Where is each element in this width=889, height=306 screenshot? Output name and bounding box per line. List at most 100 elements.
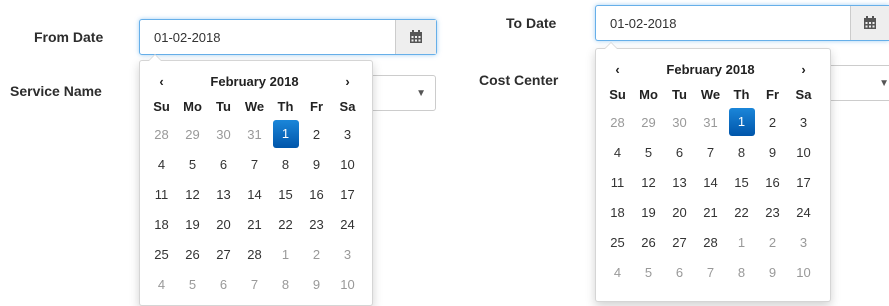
calendar-day[interactable]: 29	[177, 119, 208, 149]
calendar-day[interactable]: 5	[177, 149, 208, 179]
calendar-day[interactable]: 3	[332, 239, 363, 269]
calendar-day[interactable]: 24	[788, 197, 819, 227]
calendar-day[interactable]: 31	[695, 107, 726, 137]
calendar-day[interactable]: 16	[757, 167, 788, 197]
calendar-day[interactable]: 19	[177, 209, 208, 239]
calendar-day[interactable]: 28	[695, 227, 726, 257]
calendar-day[interactable]: 20	[208, 209, 239, 239]
to-date-calendar-button[interactable]	[850, 6, 889, 40]
calendar-day[interactable]: 6	[208, 269, 239, 299]
calendar-day[interactable]: 5	[633, 257, 664, 287]
calendar-day[interactable]: 11	[602, 167, 633, 197]
calendar-day[interactable]: 26	[177, 239, 208, 269]
calendar-day[interactable]: 6	[664, 137, 695, 167]
next-month-button[interactable]: ›	[788, 57, 819, 81]
calendar-day[interactable]: 6	[664, 257, 695, 287]
calendar-day[interactable]: 10	[332, 149, 363, 179]
calendar-day[interactable]: 18	[146, 209, 177, 239]
calendar-day-selected[interactable]: 1	[726, 107, 757, 137]
calendar-day-label: 25	[610, 234, 625, 250]
calendar-day[interactable]: 26	[633, 227, 664, 257]
calendar-day[interactable]: 27	[208, 239, 239, 269]
month-title[interactable]: February 2018	[177, 69, 332, 93]
calendar-day[interactable]: 10	[788, 257, 819, 287]
calendar-day[interactable]: 2	[301, 119, 332, 149]
month-title[interactable]: February 2018	[633, 57, 788, 81]
calendar-day-label: 28	[154, 126, 169, 142]
calendar-day[interactable]: 3	[788, 227, 819, 257]
calendar-day[interactable]: 4	[146, 149, 177, 179]
calendar-day[interactable]: 21	[239, 209, 270, 239]
calendar-day[interactable]: 8	[726, 257, 757, 287]
calendar-day[interactable]: 27	[664, 227, 695, 257]
calendar-day[interactable]: 25	[146, 239, 177, 269]
calendar-day[interactable]: 10	[332, 269, 363, 299]
prev-month-button[interactable]: ‹	[602, 57, 633, 81]
calendar-day[interactable]: 2	[757, 227, 788, 257]
calendar-day[interactable]: 1	[270, 239, 301, 269]
calendar-day[interactable]: 11	[146, 179, 177, 209]
calendar-day[interactable]: 13	[208, 179, 239, 209]
calendar-day[interactable]: 1	[726, 227, 757, 257]
calendar-day[interactable]: 4	[602, 257, 633, 287]
calendar-day[interactable]: 19	[633, 197, 664, 227]
calendar-day[interactable]: 9	[301, 269, 332, 299]
calendar-day[interactable]: 9	[301, 149, 332, 179]
calendar-day[interactable]: 15	[270, 179, 301, 209]
calendar-day[interactable]: 16	[301, 179, 332, 209]
calendar-day[interactable]: 9	[757, 137, 788, 167]
calendar-day[interactable]: 9	[757, 257, 788, 287]
calendar-day[interactable]: 10	[788, 137, 819, 167]
calendar-day[interactable]: 28	[239, 239, 270, 269]
calendar-day-label: 4	[613, 144, 622, 160]
calendar-day[interactable]: 17	[788, 167, 819, 197]
calendar-day[interactable]: 2	[757, 107, 788, 137]
calendar-day-label: 14	[703, 174, 718, 190]
calendar-day[interactable]: 7	[239, 269, 270, 299]
calendar-day[interactable]: 29	[633, 107, 664, 137]
to-date-input[interactable]: 01-02-2018	[595, 5, 889, 41]
calendar-day[interactable]: 14	[695, 167, 726, 197]
prev-month-button[interactable]: ‹	[146, 69, 177, 93]
calendar-day[interactable]: 8	[270, 149, 301, 179]
calendar-day[interactable]: 24	[332, 209, 363, 239]
from-date-input[interactable]: 01-02-2018	[139, 19, 437, 55]
calendar-day[interactable]: 12	[177, 179, 208, 209]
calendar-day[interactable]: 6	[208, 149, 239, 179]
calendar-day[interactable]: 17	[332, 179, 363, 209]
calendar-day[interactable]: 12	[633, 167, 664, 197]
calendar-day[interactable]: 23	[757, 197, 788, 227]
calendar-day[interactable]: 13	[664, 167, 695, 197]
calendar-day[interactable]: 3	[332, 119, 363, 149]
from-date-calendar-button[interactable]	[395, 20, 436, 54]
calendar-day[interactable]: 3	[788, 107, 819, 137]
calendar-day[interactable]: 28	[146, 119, 177, 149]
calendar-day[interactable]: 20	[664, 197, 695, 227]
calendar-day[interactable]: 2	[301, 239, 332, 269]
calendar-day[interactable]: 8	[270, 269, 301, 299]
calendar-day[interactable]: 7	[239, 149, 270, 179]
calendar-day[interactable]: 30	[664, 107, 695, 137]
calendar-day[interactable]: 31	[239, 119, 270, 149]
calendar-week-row: 28 29 30 31 1 2 3	[146, 119, 363, 149]
calendar-day[interactable]: 8	[726, 137, 757, 167]
calendar-day[interactable]: 18	[602, 197, 633, 227]
calendar-day[interactable]: 4	[146, 269, 177, 299]
calendar-day[interactable]: 22	[270, 209, 301, 239]
calendar-day[interactable]: 25	[602, 227, 633, 257]
calendar-day[interactable]: 21	[695, 197, 726, 227]
calendar-day[interactable]: 15	[726, 167, 757, 197]
calendar-day[interactable]: 5	[177, 269, 208, 299]
calendar-day[interactable]: 23	[301, 209, 332, 239]
calendar-day[interactable]: 22	[726, 197, 757, 227]
next-month-button[interactable]: ›	[332, 69, 363, 93]
calendar-day-label: 1	[737, 234, 746, 250]
calendar-day[interactable]: 30	[208, 119, 239, 149]
calendar-day[interactable]: 7	[695, 137, 726, 167]
calendar-day[interactable]: 4	[602, 137, 633, 167]
calendar-day[interactable]: 28	[602, 107, 633, 137]
calendar-day[interactable]: 14	[239, 179, 270, 209]
calendar-day-selected[interactable]: 1	[270, 119, 301, 149]
calendar-day[interactable]: 7	[695, 257, 726, 287]
calendar-day[interactable]: 5	[633, 137, 664, 167]
